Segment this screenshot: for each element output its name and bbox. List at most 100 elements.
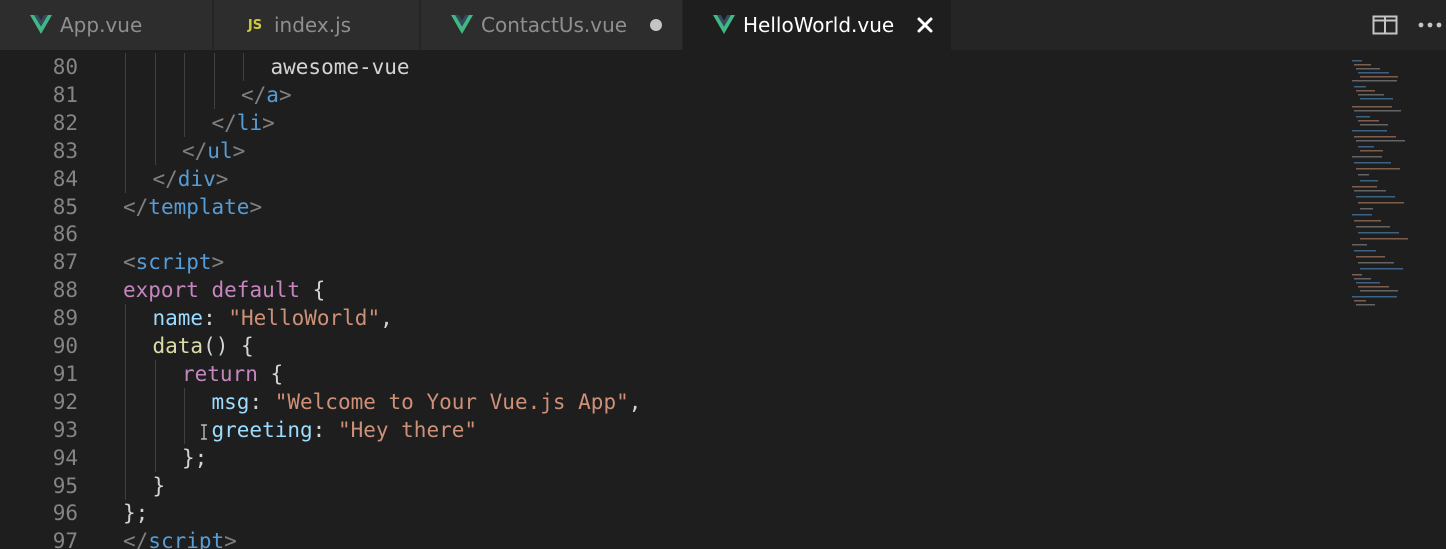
minimap-line [1358, 262, 1394, 264]
code-token: greeting [211, 417, 313, 442]
minimap-line [1354, 162, 1391, 164]
split-editor-icon[interactable] [1372, 13, 1398, 37]
minimap-line [1352, 130, 1387, 132]
code-line: 91 return { [0, 359, 1340, 388]
tab-contactus-vue[interactable]: ContactUs.vue [421, 0, 682, 50]
code-text: </template> [123, 193, 262, 221]
tab-app-vue[interactable]: App.vue [0, 0, 212, 50]
indent-guide [125, 415, 126, 444]
code-text: }; [123, 499, 148, 527]
indent-guide [125, 80, 126, 109]
code-token: : [249, 389, 275, 414]
code-line: 81 </a> [0, 80, 1340, 109]
minimap-line [1354, 278, 1371, 280]
indent-guide [125, 471, 126, 500]
minimap-line [1358, 174, 1369, 176]
indent-guide [154, 415, 156, 444]
editor-area[interactable]: 80 awesome-vue 81 </a> 82 </li> 83 </ul> 84 </div… [0, 50, 1446, 549]
minimap-line [1354, 190, 1386, 192]
code-token: }; [123, 501, 149, 526]
minimap-line [1360, 150, 1383, 152]
js-icon: JS [244, 14, 266, 36]
minimap-line [1360, 124, 1388, 126]
code-token: </ [211, 110, 237, 135]
line-number: 85 [52, 194, 78, 219]
minimap-line [1360, 238, 1408, 240]
minimap-line [1354, 220, 1381, 222]
minimap-line [1358, 202, 1404, 204]
tab-helloworld-vue[interactable]: HelloWorld.vue [683, 0, 951, 50]
minimap-line [1360, 208, 1373, 210]
tab-bar: App.vue JS index.js ContactUs.vue HelloW… [0, 0, 1446, 50]
code-token: : [203, 306, 229, 331]
code-editor-window: App.vue JS index.js ContactUs.vue HelloW… [0, 0, 1446, 549]
code-line: 96}; [0, 499, 1340, 527]
minimap-line [1354, 64, 1371, 66]
minimap-line [1360, 180, 1378, 182]
code-text: </a> [241, 81, 292, 109]
tab-index-js[interactable]: JS index.js [214, 0, 419, 50]
code-token: </ [182, 138, 208, 163]
indent-guide [125, 53, 126, 81]
minimap-line [1356, 140, 1405, 142]
code-line: 86 [0, 220, 1340, 248]
code-line: 84 </div> [0, 164, 1340, 193]
code-token: > [224, 529, 237, 549]
indent-guide [125, 304, 126, 333]
line-number: 82 [52, 110, 78, 135]
minimap-line [1356, 256, 1385, 258]
indent-guide [154, 80, 156, 109]
line-number: 88 [52, 278, 78, 303]
code-token: </ [123, 194, 149, 219]
code-line: 95} [0, 471, 1340, 500]
code-token: ul [207, 138, 233, 163]
code-token: li [236, 110, 263, 135]
code-token: () { [203, 334, 254, 358]
more-actions-icon[interactable] [1418, 13, 1442, 37]
code-token: } [152, 473, 166, 498]
code-token: : [312, 417, 338, 442]
vue-icon [713, 14, 735, 36]
code-token: "Hey there" [337, 417, 478, 442]
indent-guide [125, 359, 126, 388]
code-token: > [262, 110, 275, 135]
indent-guide [154, 53, 156, 81]
minimap-line [1360, 98, 1393, 100]
line-number: 95 [52, 473, 78, 498]
code-line: 85 </template> [0, 193, 1340, 221]
minimap-line [1354, 250, 1376, 252]
code-line: 82 </li> [0, 108, 1340, 137]
js-icon-text: JS [247, 17, 263, 33]
close-icon[interactable] [915, 15, 935, 35]
line-number: 97 [52, 529, 78, 549]
line-number: 89 [52, 306, 78, 331]
code-text: </ul> [182, 137, 245, 165]
code-token: </ [123, 529, 149, 549]
minimap-line [1360, 76, 1398, 78]
code-token: awesome-vue [270, 55, 410, 79]
code-token: > [211, 250, 225, 275]
indent-guide [125, 443, 126, 472]
indent-guide [213, 53, 215, 81]
indent-guide [184, 108, 185, 137]
minimap-line [1352, 186, 1377, 188]
unsaved-changes-dot-icon[interactable] [650, 19, 662, 31]
code-token: , [628, 389, 642, 414]
minimap[interactable] [1344, 50, 1434, 310]
indent-guide [154, 136, 156, 165]
indent-guide [243, 53, 244, 81]
tab-label: index.js [274, 13, 352, 37]
line-number: 90 [52, 334, 78, 358]
code-text: export default { [123, 276, 325, 304]
minimap-line [1358, 72, 1389, 74]
indent-guide [125, 164, 126, 193]
code-line: 87 <script> [0, 248, 1340, 276]
minimap-line [1354, 86, 1366, 88]
code-text: return { [182, 360, 283, 388]
line-number: 93 [52, 417, 78, 442]
indent-guide [184, 415, 185, 444]
minimap-line [1352, 60, 1362, 62]
code-token: name [152, 306, 204, 331]
code-line: 89 name: "HelloWorld", [0, 304, 1340, 333]
line-number: 80 [52, 55, 78, 79]
